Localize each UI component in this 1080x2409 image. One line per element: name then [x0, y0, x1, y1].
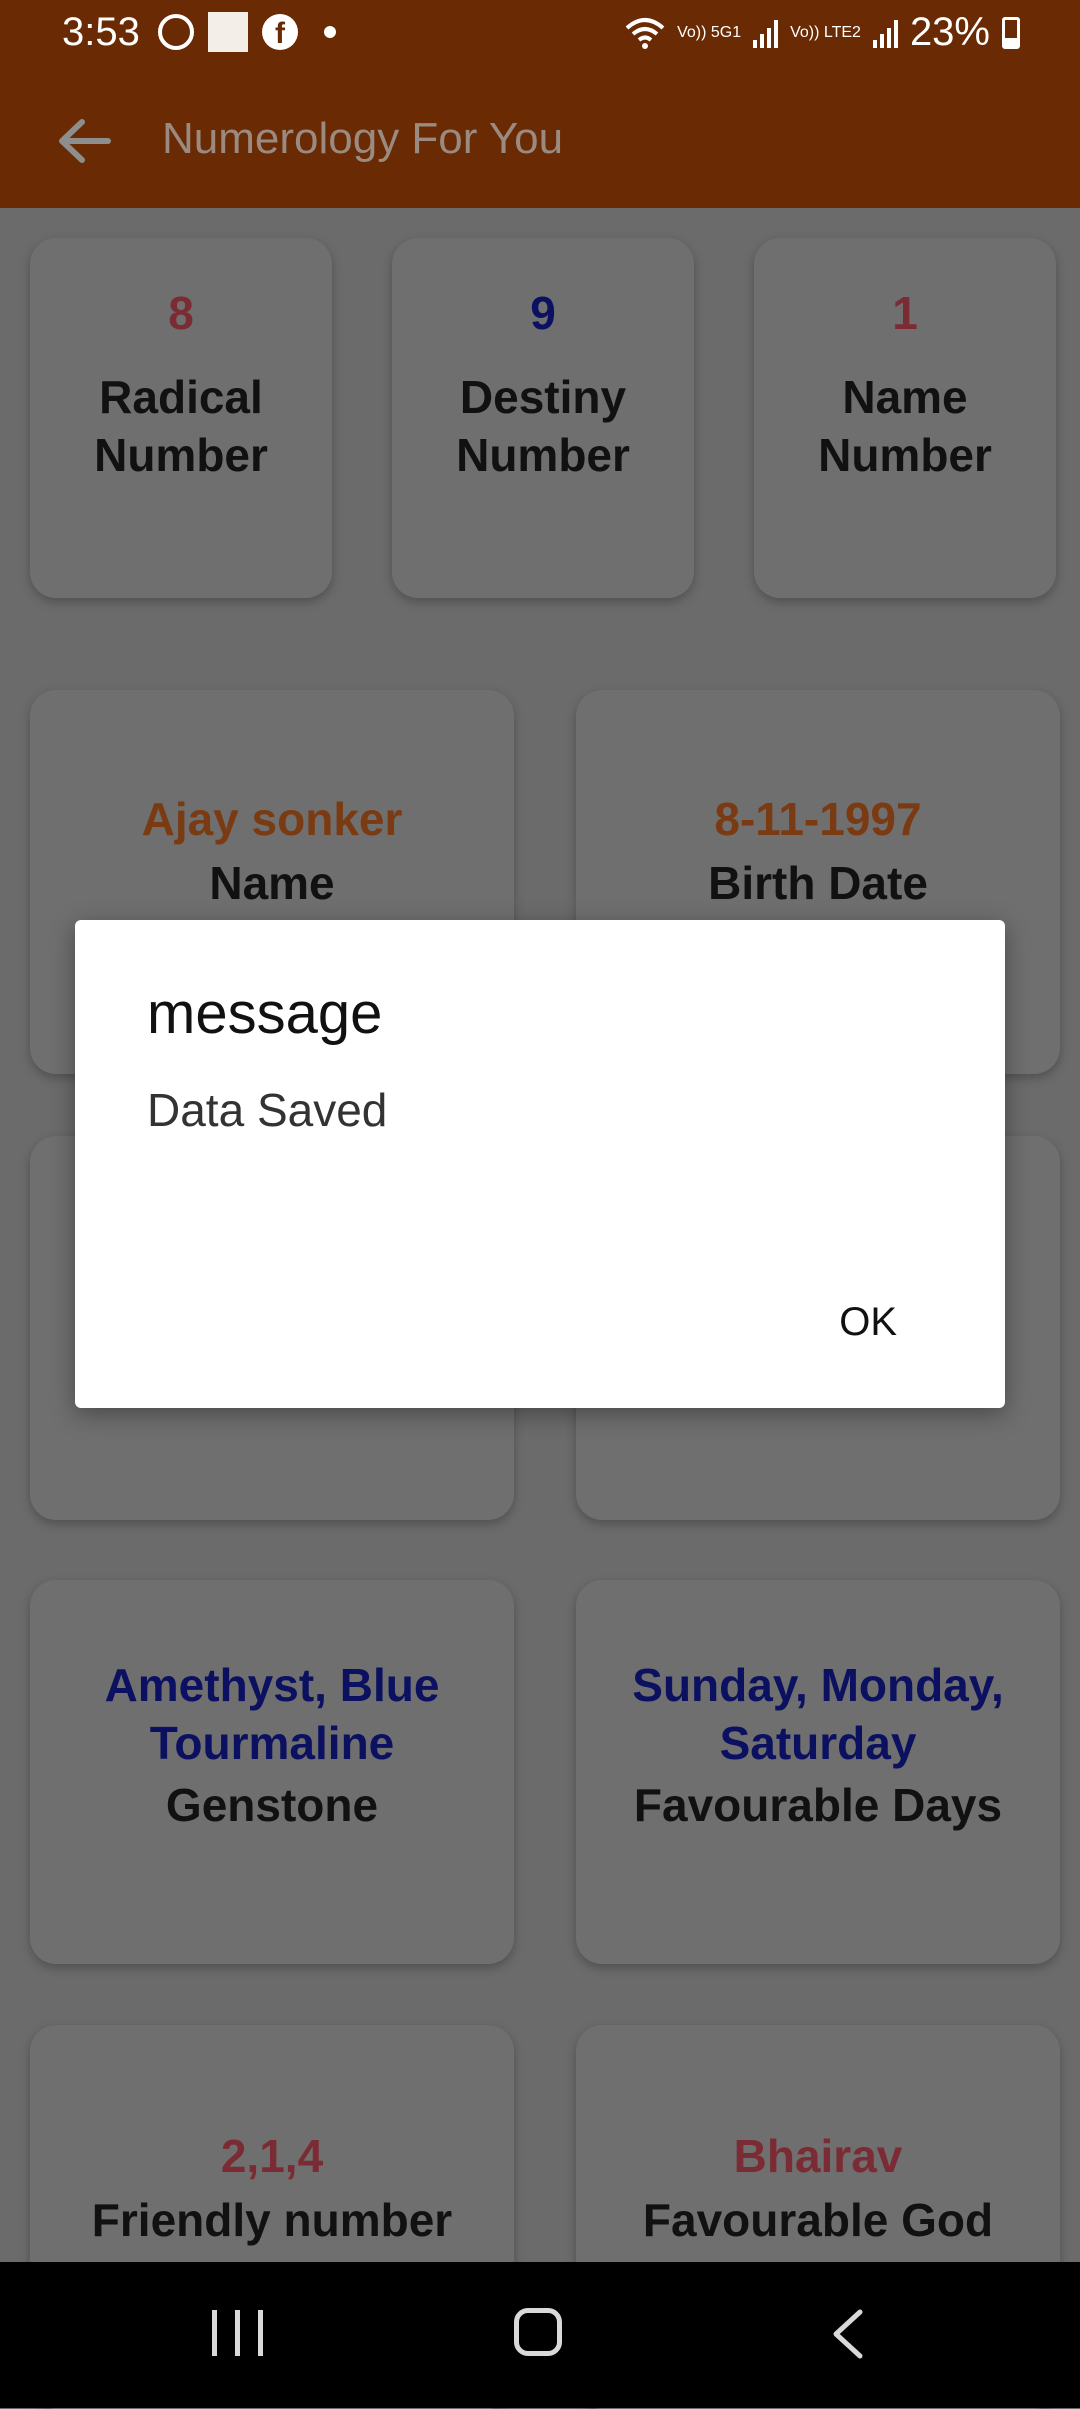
battery-percent: 23% — [909, 10, 990, 54]
recent-apps-icon[interactable] — [212, 2310, 263, 2356]
message-dialog: message Data Saved OK — [75, 920, 1005, 1408]
destiny-number-label: Destiny Number — [456, 371, 630, 481]
back-arrow-icon[interactable] — [50, 106, 120, 176]
home-icon[interactable] — [514, 2308, 562, 2356]
wifi-icon — [625, 17, 665, 49]
name-label: Name — [209, 857, 335, 909]
app-bar: Numerology For You — [0, 70, 1080, 208]
dot-icon — [324, 26, 336, 38]
signal-2-icon — [872, 18, 898, 48]
back-icon[interactable] — [820, 2304, 880, 2364]
network-label-1: Vo)) 5G1 — [677, 23, 742, 41]
destiny-number-card[interactable]: 9 Destiny Number — [392, 238, 694, 598]
destiny-number-value: 9 — [530, 287, 556, 339]
radical-number-label: Radical Number — [94, 371, 268, 481]
name-number-label: Name Number — [818, 371, 992, 481]
whatsapp-icon — [158, 14, 194, 50]
system-nav-bar — [0, 2262, 1080, 2408]
gemstone-card[interactable]: Amethyst, Blue Tourmaline Genstone — [30, 1580, 514, 1964]
signal-1-icon — [753, 18, 779, 48]
favourable-god-label: Favourable God — [642, 2194, 994, 2246]
name-number-card[interactable]: 1 Name Number — [754, 238, 1056, 598]
name-value: Ajay sonker — [141, 793, 403, 845]
radical-number-card[interactable]: 8 Radical Number — [30, 238, 332, 598]
radical-number-value: 8 — [168, 287, 194, 339]
network-label-2: Vo)) LTE2 — [790, 23, 861, 41]
battery-icon — [1002, 16, 1020, 49]
status-time: 3:53 — [62, 10, 140, 54]
dialog-message: Data Saved — [147, 1084, 388, 1136]
image-icon — [208, 12, 248, 52]
page-title: Numerology For You — [162, 114, 564, 163]
favourable-days-value: Sunday, Monday, Saturday — [632, 1659, 1004, 1769]
name-number-value: 1 — [892, 287, 918, 339]
gemstone-value: Amethyst, Blue Tourmaline — [104, 1659, 440, 1769]
birth-date-value: 8-11-1997 — [714, 793, 922, 845]
favourable-days-label: Favourable Days — [633, 1779, 1003, 1831]
ok-button[interactable]: OK — [829, 1290, 907, 1355]
favourable-days-card[interactable]: Sunday, Monday, Saturday Favourable Days — [576, 1580, 1060, 1964]
birth-date-label: Birth Date — [708, 857, 928, 909]
favourable-god-value: Bhairav — [733, 2130, 903, 2182]
status-bar: 3:53 f Vo)) 5G1 Vo)) LTE2 23% — [0, 0, 1080, 70]
notification-icons: f — [158, 12, 336, 52]
gemstone-label: Genstone — [165, 1779, 379, 1831]
facebook-icon: f — [262, 14, 298, 50]
system-indicators: Vo)) 5G1 Vo)) LTE2 23% — [625, 10, 1020, 55]
friendly-number-label: Friendly number — [91, 2194, 453, 2246]
dialog-title: message — [147, 981, 383, 1046]
friendly-number-value: 2,1,4 — [220, 2130, 324, 2182]
